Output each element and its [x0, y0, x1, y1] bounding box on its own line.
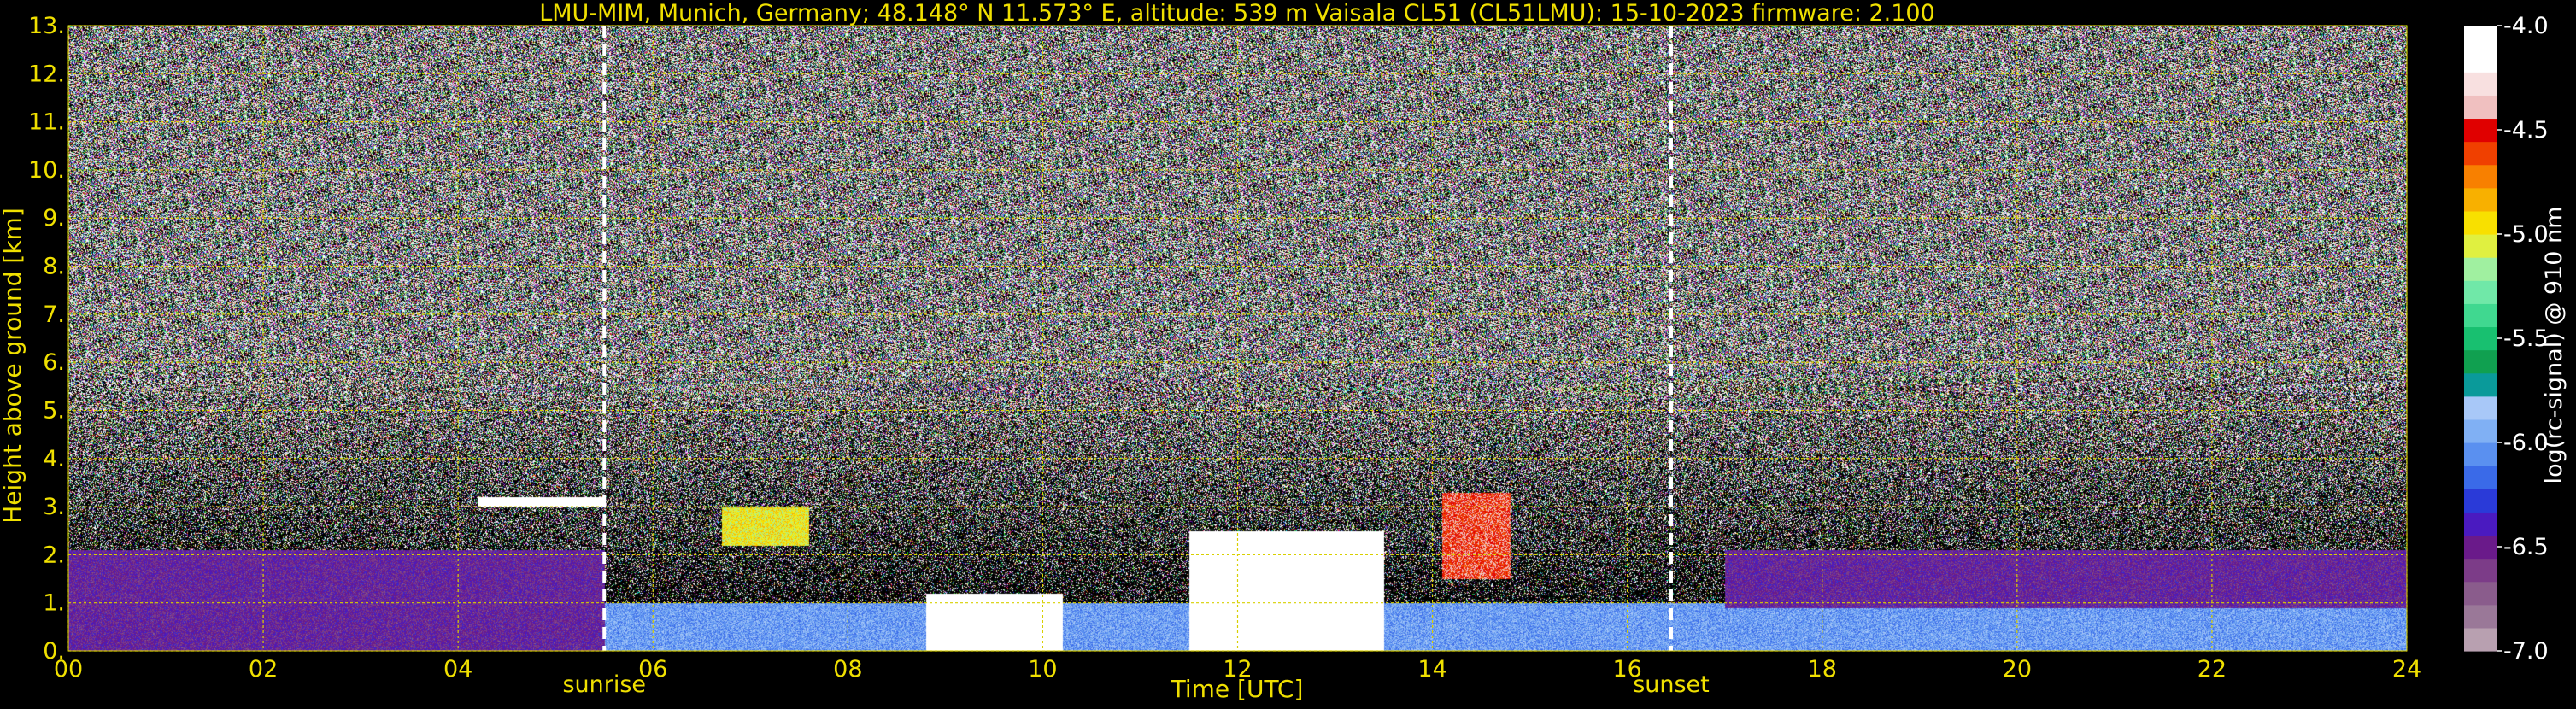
colorbar-segment	[2464, 442, 2497, 466]
y-tick-label: 12.	[28, 61, 65, 87]
y-tick-label: 4.	[43, 446, 65, 472]
colorbar: -4.0-4.5-5.0-5.5-6.0-6.5-7.0	[2464, 13, 2549, 665]
colorbar-segment	[2464, 234, 2497, 258]
colorbar-segment	[2464, 72, 2497, 96]
sunrise-marker-label: sunrise	[562, 671, 646, 698]
x-tick-label: 18	[1808, 656, 1837, 683]
y-tick-label: 9.	[43, 205, 65, 231]
x-axis-label: Time [UTC]	[1171, 675, 1304, 703]
y-tick-label: 13.	[28, 13, 65, 39]
y-axis-label: Height above ground [km]	[0, 208, 26, 524]
colorbar-segment	[2464, 535, 2497, 560]
colorbar-segment	[2464, 280, 2497, 304]
x-tick-label: 22	[2198, 656, 2227, 683]
colorbar-segment	[2464, 419, 2497, 443]
x-tick-label: 14	[1417, 656, 1446, 683]
colorbar-segment	[2464, 558, 2497, 583]
y-tick-label: 5.	[43, 397, 65, 424]
sunset-marker-label: sunset	[1633, 671, 1710, 698]
colorbar-tick-label: -4.5	[2503, 117, 2549, 144]
x-tick-label: 10	[1028, 656, 1057, 683]
colorbar-segment	[2464, 95, 2497, 120]
colorbar-segment	[2464, 396, 2497, 420]
x-tick-label: 08	[833, 656, 862, 683]
y-tick-label: 10.	[28, 157, 65, 184]
y-tick-label: 11.	[28, 109, 65, 136]
colorbar-segment	[2464, 326, 2497, 351]
colorbar-segment	[2464, 26, 2497, 50]
colorbar-segment	[2464, 627, 2497, 652]
colorbar-segment	[2464, 49, 2497, 73]
ceilometer-figure: LMU-MIM, Munich, Germany; 48.148° N 11.5…	[0, 0, 2576, 706]
colorbar-tick-label: -6.5	[2503, 534, 2549, 560]
colorbar-segment	[2464, 512, 2497, 536]
colorbar-segment	[2464, 489, 2497, 513]
y-tick-label: 3.	[43, 494, 65, 520]
colorbar-tick-label: -7.0	[2503, 638, 2549, 665]
colorbar-segment	[2464, 604, 2497, 629]
x-tick-label: 04	[443, 656, 472, 683]
y-tick-label: 8.	[43, 254, 65, 280]
colorbar-segment	[2464, 164, 2497, 189]
x-tick-label: 20	[2003, 656, 2032, 683]
y-tick-label: 7.	[43, 302, 65, 328]
colorbar-tick-label: -4.0	[2503, 13, 2549, 39]
colorbar-segment	[2464, 349, 2497, 374]
y-tick-label: 1.	[43, 590, 65, 617]
colorbar-segment	[2464, 210, 2497, 235]
colorbar-segment	[2464, 466, 2497, 489]
colorbar-label: log(rc-signal) @ 910 nm	[2541, 207, 2567, 484]
colorbar-segment	[2464, 581, 2497, 606]
x-tick-label: 24	[2392, 656, 2421, 683]
y-tick-label: 2.	[43, 542, 65, 568]
colorbar-segment	[2464, 118, 2497, 143]
y-tick-label: 6.	[43, 349, 65, 376]
ceilometer-chart: LMU-MIM, Munich, Germany; 48.148° N 11.5…	[0, 0, 2567, 703]
colorbar-segment	[2464, 372, 2497, 397]
colorbar-segment	[2464, 187, 2497, 212]
y-tick-label: 0.	[43, 638, 65, 665]
colorbar-segment	[2464, 303, 2497, 328]
colorbar-segment	[2464, 141, 2497, 166]
chart-title: LMU-MIM, Munich, Germany; 48.148° N 11.5…	[539, 0, 1935, 26]
x-tick-label: 02	[249, 656, 278, 683]
colorbar-segment	[2464, 257, 2497, 281]
